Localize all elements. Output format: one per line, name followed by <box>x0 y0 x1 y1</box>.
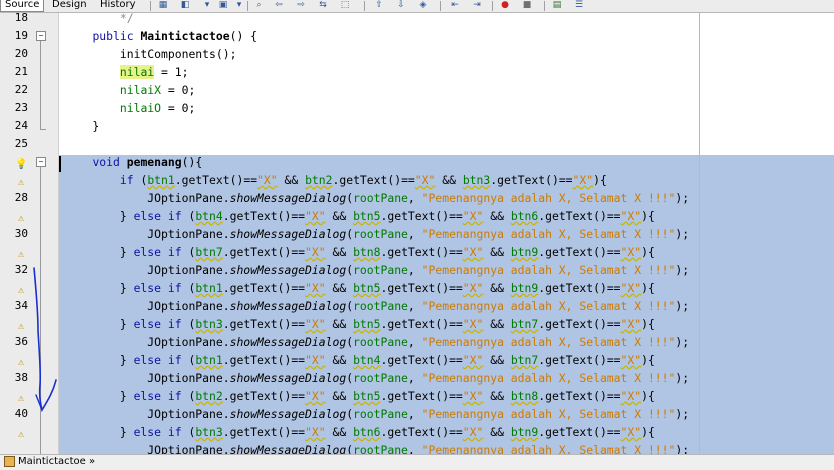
toolbar-separator <box>150 1 151 11</box>
code-line[interactable]: initComponents(); <box>65 45 237 63</box>
code-line[interactable]: JOptionPane.showMessageDialog(rootPane, … <box>65 261 689 279</box>
navigator-bar: Maintictactoe » <box>0 454 834 470</box>
copy-icon[interactable]: ▣ <box>216 0 230 11</box>
line-number: 21 <box>14 65 28 78</box>
fold-collapse-icon[interactable]: − <box>36 157 46 167</box>
comment-icon[interactable]: ▤ <box>550 0 564 11</box>
code-line[interactable]: JOptionPane.showMessageDialog(rootPane, … <box>65 297 689 315</box>
text-caret <box>59 156 61 172</box>
warning-icon[interactable]: ⚠ <box>15 392 27 405</box>
warning-icon[interactable]: ⚠ <box>15 320 27 333</box>
line-number: 28 <box>14 191 28 204</box>
toggle-bookmark-icon[interactable]: ◈ <box>416 0 430 11</box>
code-line[interactable]: } else if (btn1.getText()=="X" && btn5.g… <box>65 279 655 297</box>
line-number: 25 <box>14 137 28 150</box>
line-number: 40 <box>14 407 28 420</box>
line-number: 36 <box>14 335 28 348</box>
code-line[interactable]: } else if (btn4.getText()=="X" && btn5.g… <box>65 207 655 225</box>
stop-macro-icon[interactable]: ■ <box>520 0 534 11</box>
code-line[interactable]: nilai = 1; <box>65 63 188 81</box>
toolbar-separator <box>440 1 441 11</box>
code-line[interactable]: JOptionPane.showMessageDialog(rootPane, … <box>65 441 689 454</box>
line-number: 30 <box>14 227 28 240</box>
fold-guide-line <box>40 41 41 129</box>
line-number: 34 <box>14 299 28 312</box>
editor-toolbar: Source Design History ▦ ◧ ▾ ▣ ▾ ⌕ ⇦ ⇨ ⇆ … <box>0 0 834 13</box>
forward-icon[interactable]: ▾ <box>200 0 214 11</box>
code-line[interactable]: nilaiO = 0; <box>65 99 195 117</box>
breadcrumb-arrow-icon: » <box>89 456 96 467</box>
code-line[interactable]: JOptionPane.showMessageDialog(rootPane, … <box>65 333 689 351</box>
code-line[interactable]: } else if (btn3.getText()=="X" && btn5.g… <box>65 315 655 333</box>
line-number: 24 <box>14 119 28 132</box>
line-number: 23 <box>14 101 28 114</box>
find-previous-icon[interactable]: ⇦ <box>272 0 286 11</box>
toolbar-separator <box>492 1 493 11</box>
code-line[interactable]: */ <box>65 13 134 27</box>
warning-icon[interactable]: ⚠ <box>15 284 27 297</box>
hint-bulb-icon[interactable]: 💡 <box>15 158 27 171</box>
tab-history[interactable]: History <box>96 0 144 12</box>
next-bookmark-icon[interactable]: ⇩ <box>394 0 408 11</box>
code-line[interactable]: public Maintictactoe() { <box>65 27 257 45</box>
code-editor[interactable]: */ public Maintictactoe() { initComponen… <box>59 13 834 454</box>
start-macro-icon[interactable]: ● <box>498 0 512 11</box>
breadcrumb-class[interactable]: Maintictactoe <box>18 456 86 467</box>
toolbar-separator <box>247 1 248 11</box>
fold-end-marker <box>40 129 46 130</box>
shift-right-icon[interactable]: ⇥ <box>470 0 484 11</box>
warning-icon[interactable]: ⚠ <box>15 176 27 189</box>
code-line[interactable]: } else if (btn3.getText()=="X" && btn6.g… <box>65 423 655 441</box>
shift-left-icon[interactable]: ⇤ <box>448 0 462 11</box>
breadcrumb[interactable]: Maintictactoe » <box>4 455 95 469</box>
code-line[interactable]: void pemenang(){ <box>65 153 202 171</box>
warning-icon[interactable]: ⚠ <box>15 356 27 369</box>
find-next-icon[interactable]: ⇨ <box>294 0 308 11</box>
code-line[interactable]: if (btn1.getText()=="X" && btn2.getText(… <box>65 171 607 189</box>
back-icon[interactable]: ◧ <box>178 0 192 11</box>
line-number: 20 <box>14 47 28 60</box>
line-number: 32 <box>14 263 28 276</box>
line-gutter: 18 19 20 21 22 23 24 25 28 30 32 34 36 3… <box>0 13 59 454</box>
class-icon <box>4 455 15 467</box>
code-line[interactable]: JOptionPane.showMessageDialog(rootPane, … <box>65 225 689 243</box>
code-line[interactable]: JOptionPane.showMessageDialog(rootPane, … <box>65 405 689 423</box>
tab-design[interactable]: Design <box>48 0 90 12</box>
line-number: 22 <box>14 83 28 96</box>
dropdown-icon[interactable]: ▾ <box>232 0 246 11</box>
previous-bookmark-icon[interactable]: ⇧ <box>372 0 386 11</box>
line-number: 19 <box>14 29 28 42</box>
code-line[interactable]: } else if (btn2.getText()=="X" && btn5.g… <box>65 387 655 405</box>
code-line[interactable]: } <box>65 117 99 135</box>
right-margin-line <box>699 13 700 454</box>
line-number: 18 <box>14 13 28 24</box>
warning-icon[interactable]: ⚠ <box>15 428 27 441</box>
toolbar-separator <box>544 1 545 11</box>
uncomment-icon[interactable]: ☰ <box>572 0 586 11</box>
fold-collapse-icon[interactable]: − <box>36 31 46 41</box>
search-icon[interactable]: ⌕ <box>252 0 266 11</box>
find-selection-icon[interactable]: ⇆ <box>316 0 330 11</box>
code-line[interactable]: } else if (btn1.getText()=="X" && btn4.g… <box>65 351 655 369</box>
warning-icon[interactable]: ⚠ <box>15 248 27 261</box>
warning-icon[interactable]: ⚠ <box>15 212 27 225</box>
code-line[interactable]: nilaiX = 0; <box>65 81 195 99</box>
fold-guide-line <box>40 167 41 454</box>
toggle-rect-selection-icon[interactable]: ⬚ <box>338 0 352 11</box>
code-line[interactable]: JOptionPane.showMessageDialog(rootPane, … <box>65 369 689 387</box>
tab-source[interactable]: Source <box>0 0 44 12</box>
last-edit-icon[interactable]: ▦ <box>156 0 170 11</box>
line-number: 38 <box>14 371 28 384</box>
code-line[interactable]: } else if (btn7.getText()=="X" && btn8.g… <box>65 243 655 261</box>
code-line[interactable]: JOptionPane.showMessageDialog(rootPane, … <box>65 189 689 207</box>
toolbar-separator <box>364 1 365 11</box>
